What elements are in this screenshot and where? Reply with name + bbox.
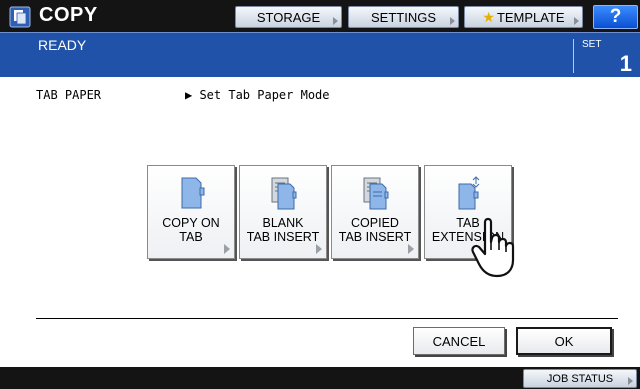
tab-page-icon: [181, 177, 205, 209]
app-title: COPY: [39, 4, 98, 26]
arrow-right-icon: [408, 244, 414, 254]
copied-tab-insert-icon: [363, 177, 389, 210]
arrow-right-icon: [224, 244, 230, 254]
arrow-right-icon: [333, 17, 338, 25]
status-message: READY: [38, 37, 87, 53]
blank-tab-insert-icon: [271, 177, 297, 210]
divider: [573, 39, 574, 73]
top-bar: COPY STORAGE SETTINGS ★ TEMPLATE ?: [0, 0, 640, 32]
blank-tab-insert-button[interactable]: BLANK TAB INSERT: [239, 165, 327, 259]
status-bar: READY SET 1: [0, 32, 640, 77]
mode-label: BLANK TAB INSERT: [246, 216, 320, 244]
job-status-button[interactable]: JOB STATUS: [523, 369, 637, 388]
mode-label: COPIED TAB INSERT: [338, 216, 412, 244]
template-label: TEMPLATE: [496, 9, 565, 25]
cancel-button[interactable]: CANCEL: [413, 327, 505, 355]
arrow-right-icon: [450, 17, 455, 25]
star-icon: ★: [482, 8, 495, 25]
storage-label: STORAGE: [256, 9, 321, 25]
copied-tab-insert-button[interactable]: COPIED TAB INSERT: [331, 165, 419, 259]
help-button[interactable]: ?: [593, 5, 638, 29]
storage-button[interactable]: STORAGE: [235, 6, 342, 28]
template-button[interactable]: ★ TEMPLATE: [464, 6, 583, 28]
settings-label: SETTINGS: [370, 9, 436, 25]
set-count: 1: [619, 51, 632, 76]
bottom-bar: JOB STATUS: [0, 367, 640, 389]
mode-label: COPY ON TAB: [162, 216, 220, 244]
page-subtitle: ▶ Set Tab Paper Mode: [185, 88, 330, 102]
tab-extension-icon: [458, 176, 480, 210]
ok-button[interactable]: OK: [516, 327, 612, 355]
arrow-right-icon: [316, 244, 322, 254]
arrow-right-icon: [628, 377, 633, 385]
arrow-right-icon: [574, 17, 579, 25]
job-status-label: JOB STATUS: [546, 372, 614, 385]
settings-button[interactable]: SETTINGS: [348, 6, 459, 28]
page-title: TAB PAPER: [36, 88, 102, 102]
copy-icon: [9, 6, 31, 28]
pointing-hand-icon: [471, 217, 515, 278]
divider: [36, 318, 618, 319]
copy-on-tab-button[interactable]: COPY ON TAB: [147, 165, 235, 259]
set-label: SET: [582, 39, 602, 50]
main-panel: TAB PAPER ▶ Set Tab Paper Mode COPY ON T…: [0, 77, 640, 367]
